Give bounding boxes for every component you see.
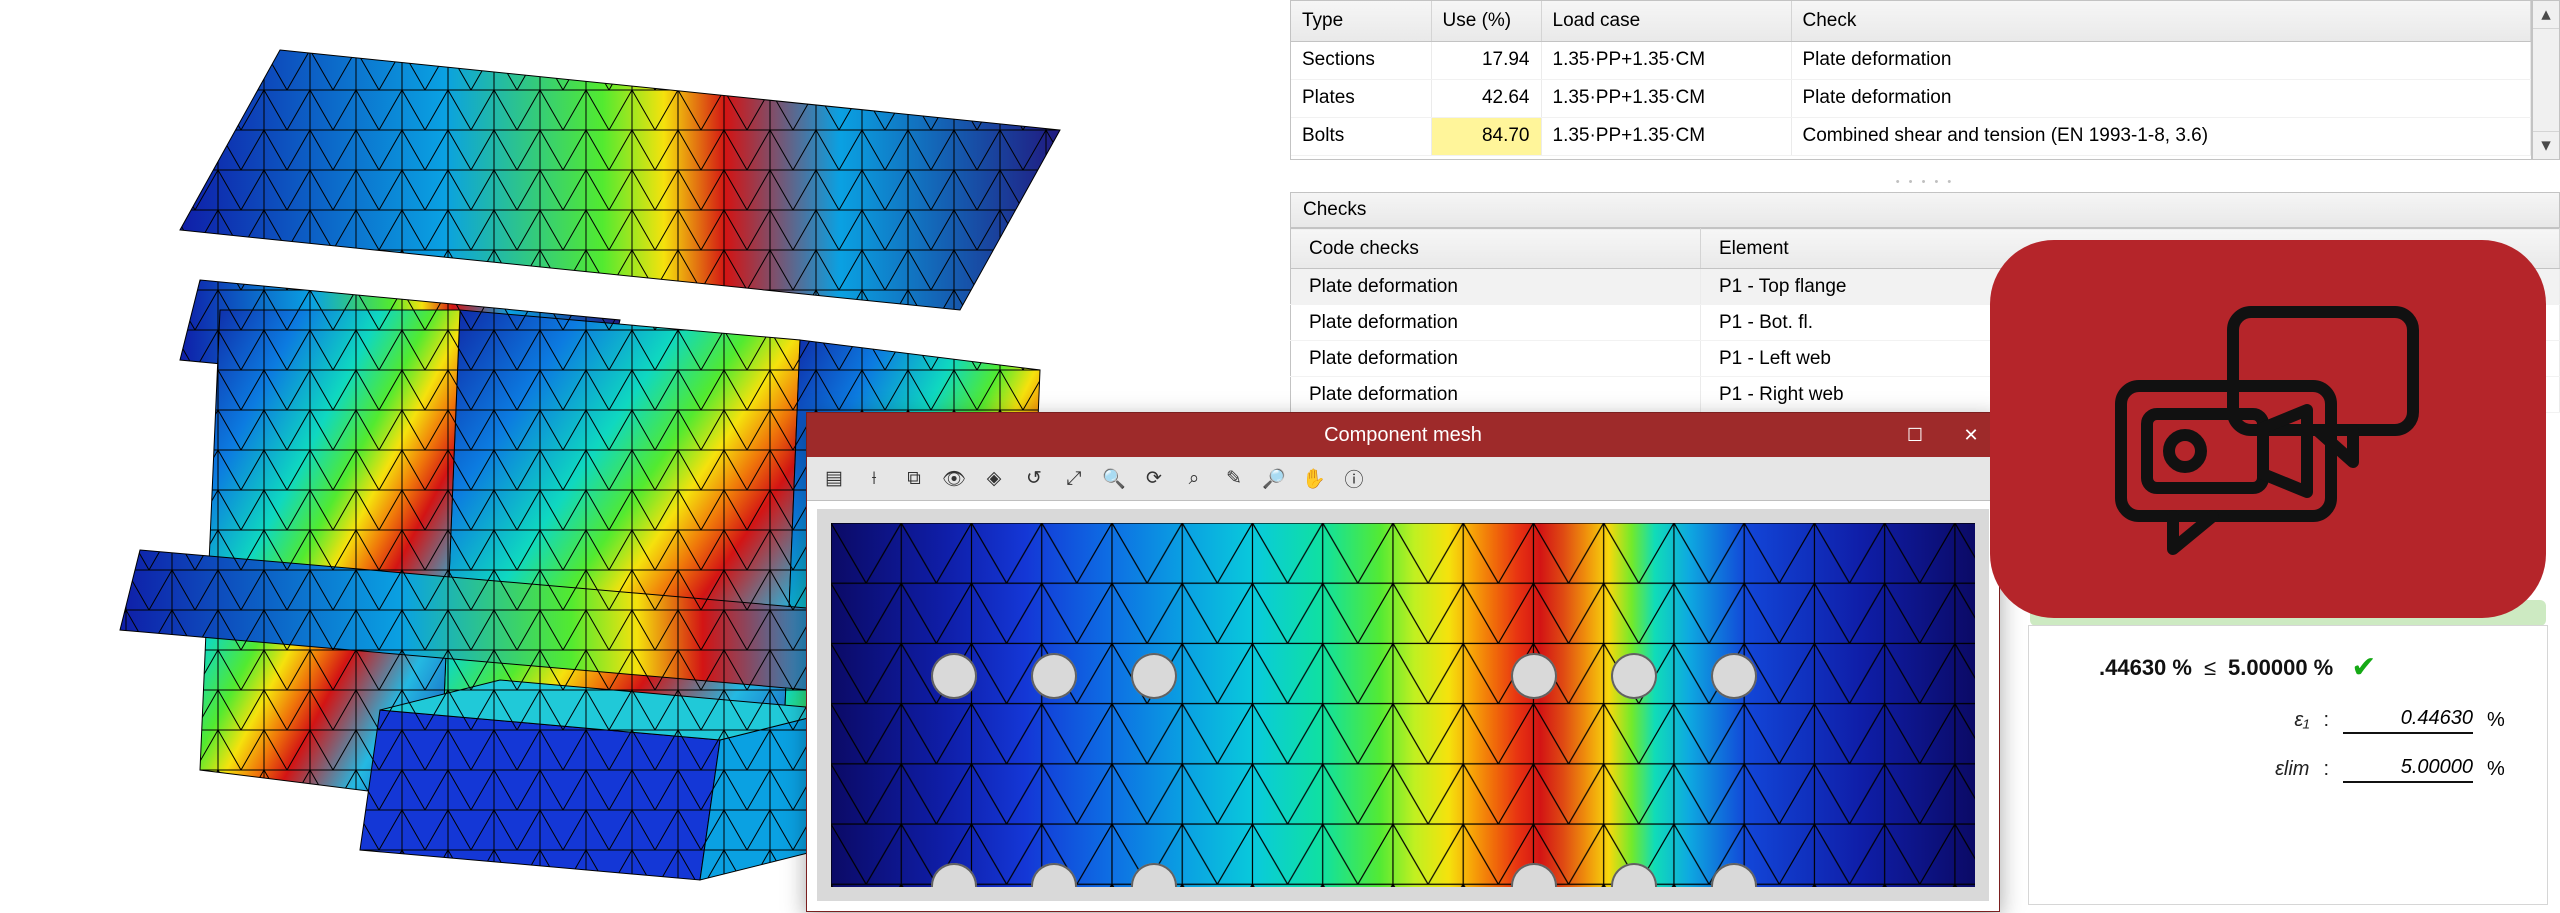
checks-panel-title: Checks [1290, 192, 2560, 228]
identify-icon[interactable]: ⓘ [1337, 462, 1371, 496]
result-value-left: .44630 % [2099, 655, 2192, 681]
bolt-hole [1611, 653, 1657, 699]
result-value: 5.00000 [2343, 756, 2473, 783]
cell-type: Sections [1291, 41, 1431, 79]
zoom-fit-icon[interactable]: ⤢ [1057, 462, 1091, 496]
result-detail-panel: .44630 % ≤ 5.00000 % ✔ ε₁:0.44630% εlim:5… [2028, 625, 2548, 905]
camera-chat-icon [2103, 294, 2433, 564]
table-row[interactable]: Sections17.941.35·PP+1.35·CMPlate deform… [1291, 41, 2531, 79]
result-op: ≤ [2204, 655, 2216, 681]
table-row[interactable]: Plates42.641.35·PP+1.35·CMPlate deformat… [1291, 79, 2531, 117]
cell-check: Plate deformation [1791, 79, 2531, 117]
result-unit: % [2487, 709, 2517, 732]
result-label: ε₁ [2261, 709, 2309, 732]
cell-type: Plates [1291, 79, 1431, 117]
result-inequality: .44630 % ≤ 5.00000 % ✔ [2099, 650, 2517, 685]
bolt-hole [1131, 653, 1177, 699]
component-mesh-window[interactable]: Component mesh ☐ ✕ ▤⟊⧉👁◈↺⤢🔍⟳⌕✎🔎✋ⓘ [806, 412, 2000, 912]
copy-icon[interactable]: ⧉ [897, 462, 931, 496]
result-value-right: 5.00000 % [2228, 655, 2333, 681]
window-maximize-button[interactable]: ☐ [1887, 413, 1943, 457]
bolt-hole [1511, 653, 1557, 699]
cell-loadcase: 1.35·PP+1.35·CM [1541, 117, 1791, 155]
table-row[interactable]: Bolts84.701.35·PP+1.35·CMCombined shear … [1291, 117, 2531, 155]
results-scrollbar[interactable]: ▴ ▾ [2532, 0, 2560, 160]
pan-hand-icon[interactable]: ✋ [1297, 462, 1331, 496]
bolt-hole [931, 653, 977, 699]
zoom-in-icon[interactable]: 🔍 [1097, 462, 1131, 496]
result-value: 0.44630 [2343, 707, 2473, 734]
splitter-grip[interactable]: • • • • • [1290, 172, 2560, 192]
bolt-hole [1711, 653, 1757, 699]
cell-use: 84.70 [1431, 117, 1541, 155]
cell-use: 17.94 [1431, 41, 1541, 79]
cell-use: 42.64 [1431, 79, 1541, 117]
refresh-icon[interactable]: ⟳ [1137, 462, 1171, 496]
result-unit: % [2487, 758, 2517, 781]
scroll-up-icon[interactable]: ▴ [2533, 1, 2559, 29]
result-row: εlim:5.00000% [2059, 756, 2517, 783]
layers-icon[interactable]: ▤ [817, 462, 851, 496]
component-mesh-canvas-frame [817, 509, 1989, 901]
pencil-icon[interactable]: ✎ [1217, 462, 1251, 496]
eye-icon[interactable]: 👁 [937, 462, 971, 496]
component-mesh-canvas[interactable] [831, 523, 1975, 887]
cell-check: Plate deformation [1791, 41, 2531, 79]
zoom-area-icon[interactable]: ⌕ [1177, 462, 1211, 496]
cell-loadcase: 1.35·PP+1.35·CM [1541, 41, 1791, 79]
cell-type: Bolts [1291, 117, 1431, 155]
cell-code-check: Plate deformation [1291, 341, 1701, 377]
col-type[interactable]: Type [1291, 1, 1431, 41]
col-loadcase[interactable]: Load case [1541, 1, 1791, 41]
cell-check: Combined shear and tension (EN 1993-1-8,… [1791, 117, 2531, 155]
rotate-left-icon[interactable]: ↺ [1017, 462, 1051, 496]
col-code-checks[interactable]: Code checks [1291, 229, 1701, 269]
cell-code-check: Plate deformation [1291, 377, 1701, 413]
result-label: εlim [2261, 758, 2309, 781]
bolt-hole [1031, 653, 1077, 699]
cell-loadcase: 1.35·PP+1.35·CM [1541, 79, 1791, 117]
result-row: ε₁:0.44630% [2059, 707, 2517, 734]
col-use[interactable]: Use (%) [1431, 1, 1541, 41]
component-mesh-toolbar: ▤⟊⧉👁◈↺⤢🔍⟳⌕✎🔎✋ⓘ [807, 457, 1999, 501]
results-summary-table[interactable]: Type Use (%) Load case Check Sections17.… [1290, 0, 2532, 160]
zoom-window-icon[interactable]: 🔎 [1257, 462, 1291, 496]
component-mesh-titlebar[interactable]: Component mesh ☐ ✕ [807, 413, 1999, 457]
cell-code-check: Plate deformation [1291, 305, 1701, 341]
scroll-down-icon[interactable]: ▾ [2533, 131, 2559, 159]
cell-code-check: Plate deformation [1291, 269, 1701, 305]
component-mesh-title: Component mesh [1324, 424, 1482, 447]
col-check[interactable]: Check [1791, 1, 2531, 41]
wireframe-icon[interactable]: ⟊ [857, 462, 891, 496]
video-chat-badge[interactable] [1990, 240, 2546, 618]
checkmark-icon: ✔ [2351, 650, 2376, 685]
perspective-icon[interactable]: ◈ [977, 462, 1011, 496]
